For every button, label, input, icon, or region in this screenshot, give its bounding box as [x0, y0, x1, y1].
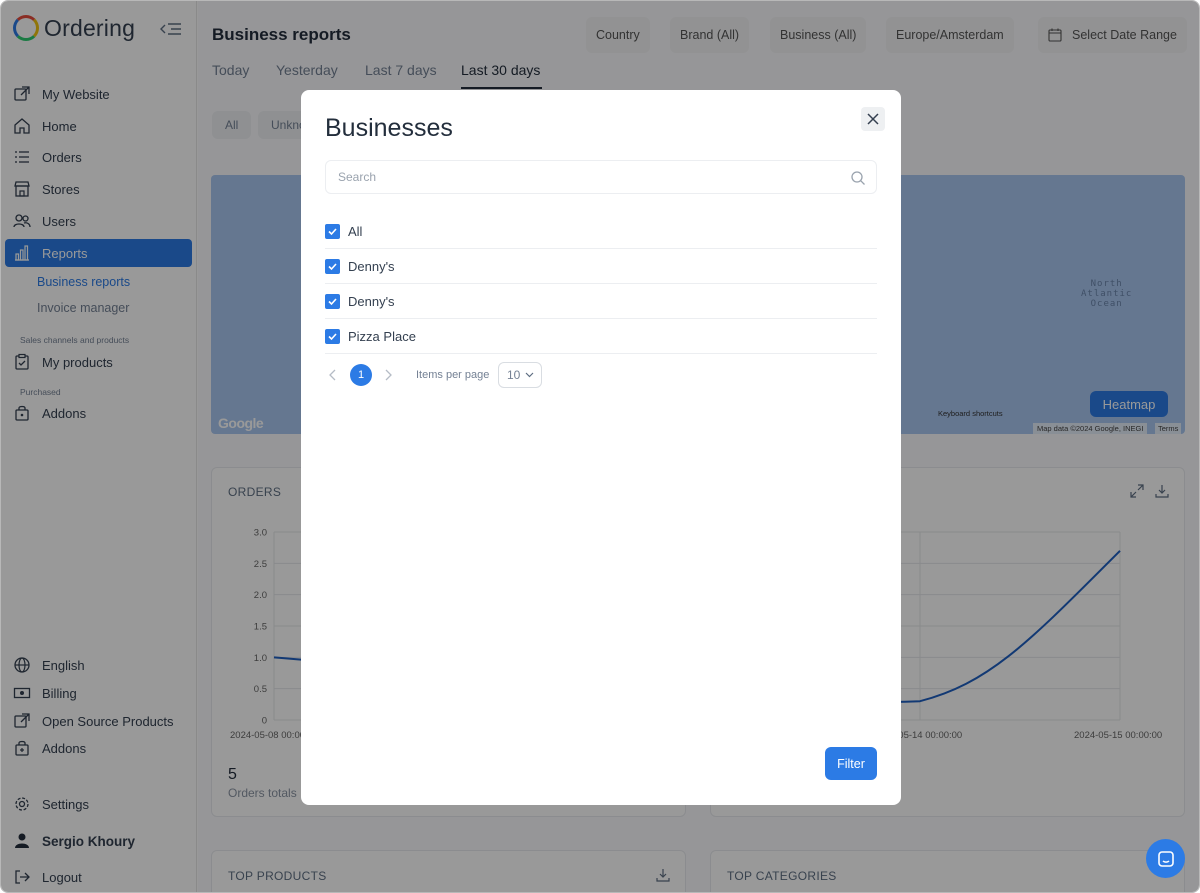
business-option-label: All — [348, 223, 363, 239]
chat-button[interactable] — [1146, 839, 1185, 878]
checkbox-checked[interactable] — [325, 223, 340, 239]
app-window: Ordering My Website Home Orders Stores U… — [0, 0, 1200, 893]
chevron-right-icon[interactable] — [380, 369, 396, 381]
business-option-label: Denny's — [348, 258, 395, 274]
close-icon — [866, 112, 880, 126]
checkbox-checked[interactable] — [325, 328, 340, 344]
items-per-page-value: 10 — [507, 368, 521, 382]
business-option[interactable]: Pizza Place — [325, 319, 877, 354]
business-option-label: Denny's — [348, 293, 395, 309]
items-per-page-select[interactable]: 10 — [498, 362, 542, 388]
chat-icon — [1156, 849, 1176, 869]
checkbox-checked[interactable] — [325, 293, 340, 309]
checkbox-checked[interactable] — [325, 258, 340, 274]
search-input[interactable] — [326, 161, 836, 193]
business-search-field[interactable] — [325, 160, 877, 194]
chevron-down-icon — [525, 372, 534, 378]
modal-title: Businesses — [325, 114, 453, 142]
search-icon — [850, 170, 866, 186]
pagination: 1 — [325, 362, 396, 388]
items-per-page-label: Items per page — [416, 369, 490, 381]
filter-button[interactable]: Filter — [825, 747, 877, 780]
business-option-label: Pizza Place — [348, 328, 416, 344]
close-button[interactable] — [861, 107, 885, 131]
business-option[interactable]: Denny's — [325, 284, 877, 319]
business-option[interactable]: Denny's — [325, 249, 877, 284]
page-number-button[interactable]: 1 — [350, 364, 372, 386]
business-option-all[interactable]: All — [325, 214, 877, 249]
chevron-left-icon[interactable] — [325, 369, 341, 381]
businesses-modal: Businesses All Denny's Denny's Pizza Pla… — [301, 90, 901, 805]
